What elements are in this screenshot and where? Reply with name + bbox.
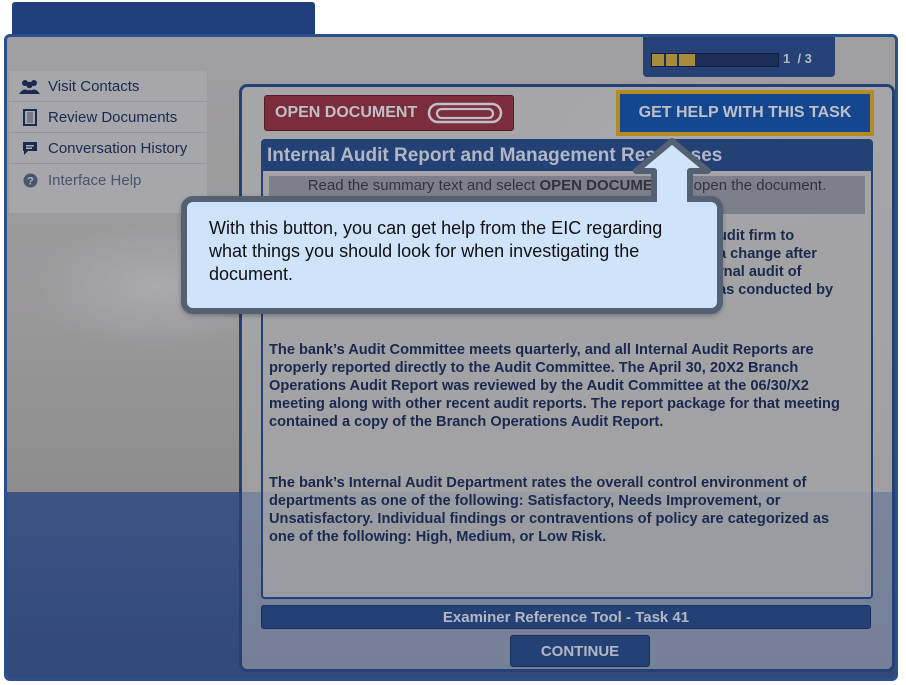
main-frame: 1 / 3 Visit Contacts Review Documents Co…: [4, 34, 898, 681]
callout-text: With this button, you can get help from …: [209, 218, 663, 284]
callout-arrow-icon: [633, 138, 711, 202]
dim-overlay: [7, 37, 895, 678]
top-header-tab: [12, 2, 315, 38]
tooltip-callout: With this button, you can get help from …: [181, 196, 723, 314]
callout-arrow-join: [657, 195, 687, 204]
